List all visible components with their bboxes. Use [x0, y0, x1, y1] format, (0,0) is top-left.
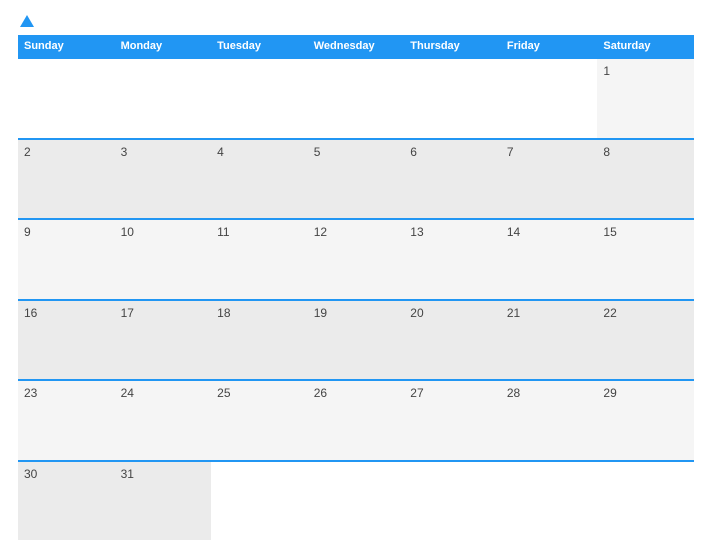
day-number: 2 — [24, 145, 31, 159]
calendar-cell: 5 — [308, 140, 405, 219]
calendar-week-5: 23 24 25 26 27 28 29 — [18, 379, 694, 460]
day-header-friday: Friday — [501, 35, 598, 57]
logo — [18, 15, 36, 27]
calendar-cell: 9 — [18, 220, 115, 299]
day-number: 6 — [410, 145, 417, 159]
calendar-cell: 31 — [115, 462, 212, 541]
calendar-cell: 16 — [18, 301, 115, 380]
calendar-week-6: 30 31 — [18, 460, 694, 541]
day-number: 31 — [121, 467, 134, 481]
calendar-cell: 11 — [211, 220, 308, 299]
day-number: 17 — [121, 306, 134, 320]
calendar-cell — [404, 59, 501, 138]
day-header-saturday: Saturday — [597, 35, 694, 57]
calendar-cell: 13 — [404, 220, 501, 299]
calendar-cell: 6 — [404, 140, 501, 219]
day-number: 30 — [24, 467, 37, 481]
day-header-sunday: Sunday — [18, 35, 115, 57]
day-number: 27 — [410, 386, 423, 400]
calendar-cell: 8 — [597, 140, 694, 219]
calendar-cell: 4 — [211, 140, 308, 219]
calendar-cell — [115, 59, 212, 138]
calendar-cell: 3 — [115, 140, 212, 219]
calendar-cell: 28 — [501, 381, 598, 460]
calendar-cell — [501, 59, 598, 138]
day-number: 9 — [24, 225, 31, 239]
calendar-cell: 18 — [211, 301, 308, 380]
day-number: 12 — [314, 225, 327, 239]
calendar-week-1: 1 — [18, 57, 694, 138]
day-number: 29 — [603, 386, 616, 400]
calendar-week-2: 2 3 4 5 6 7 8 — [18, 138, 694, 219]
calendar-cell: 29 — [597, 381, 694, 460]
day-number: 16 — [24, 306, 37, 320]
calendar-week-3: 9 10 11 12 13 14 15 — [18, 218, 694, 299]
calendar-cell: 10 — [115, 220, 212, 299]
calendar-cell — [501, 462, 598, 541]
day-number: 8 — [603, 145, 610, 159]
day-number: 26 — [314, 386, 327, 400]
day-number: 15 — [603, 225, 616, 239]
day-number: 1 — [603, 64, 610, 78]
calendar-body: 1234567891011121314151617181920212223242… — [18, 57, 694, 540]
day-header-wednesday: Wednesday — [308, 35, 405, 57]
day-header-thursday: Thursday — [404, 35, 501, 57]
page-header — [18, 15, 694, 27]
calendar-cell — [308, 462, 405, 541]
calendar-cell: 30 — [18, 462, 115, 541]
day-number: 13 — [410, 225, 423, 239]
calendar-cell: 20 — [404, 301, 501, 380]
calendar-cell: 17 — [115, 301, 212, 380]
calendar-cell: 25 — [211, 381, 308, 460]
day-header-monday: Monday — [115, 35, 212, 57]
day-number: 5 — [314, 145, 321, 159]
calendar-cell — [211, 59, 308, 138]
day-number: 14 — [507, 225, 520, 239]
day-number: 4 — [217, 145, 224, 159]
calendar-cell: 22 — [597, 301, 694, 380]
calendar-cell: 14 — [501, 220, 598, 299]
day-header-tuesday: Tuesday — [211, 35, 308, 57]
calendar-cell: 24 — [115, 381, 212, 460]
calendar-cell: 12 — [308, 220, 405, 299]
day-number: 7 — [507, 145, 514, 159]
calendar-cell: 23 — [18, 381, 115, 460]
calendar-cell: 15 — [597, 220, 694, 299]
day-number: 23 — [24, 386, 37, 400]
day-number: 25 — [217, 386, 230, 400]
day-number: 21 — [507, 306, 520, 320]
logo-triangle-icon — [20, 15, 34, 27]
day-number: 20 — [410, 306, 423, 320]
calendar-cell: 7 — [501, 140, 598, 219]
calendar-cell — [18, 59, 115, 138]
calendar-cell — [597, 462, 694, 541]
calendar-cell: 2 — [18, 140, 115, 219]
day-number: 24 — [121, 386, 134, 400]
calendar-page: SundayMondayTuesdayWednesdayThursdayFrid… — [0, 0, 712, 550]
calendar-cell — [211, 462, 308, 541]
calendar-cell: 19 — [308, 301, 405, 380]
day-number: 11 — [217, 225, 229, 239]
calendar-grid: SundayMondayTuesdayWednesdayThursdayFrid… — [18, 35, 694, 540]
calendar-cell: 1 — [597, 59, 694, 138]
day-number: 3 — [121, 145, 128, 159]
calendar-cell — [308, 59, 405, 138]
calendar-cell: 21 — [501, 301, 598, 380]
calendar-week-4: 16 17 18 19 20 21 22 — [18, 299, 694, 380]
day-number: 28 — [507, 386, 520, 400]
day-number: 19 — [314, 306, 327, 320]
day-number: 18 — [217, 306, 230, 320]
day-number: 10 — [121, 225, 134, 239]
calendar-cell — [404, 462, 501, 541]
calendar-cell: 26 — [308, 381, 405, 460]
day-number: 22 — [603, 306, 616, 320]
calendar-cell: 27 — [404, 381, 501, 460]
calendar-header-row: SundayMondayTuesdayWednesdayThursdayFrid… — [18, 35, 694, 57]
